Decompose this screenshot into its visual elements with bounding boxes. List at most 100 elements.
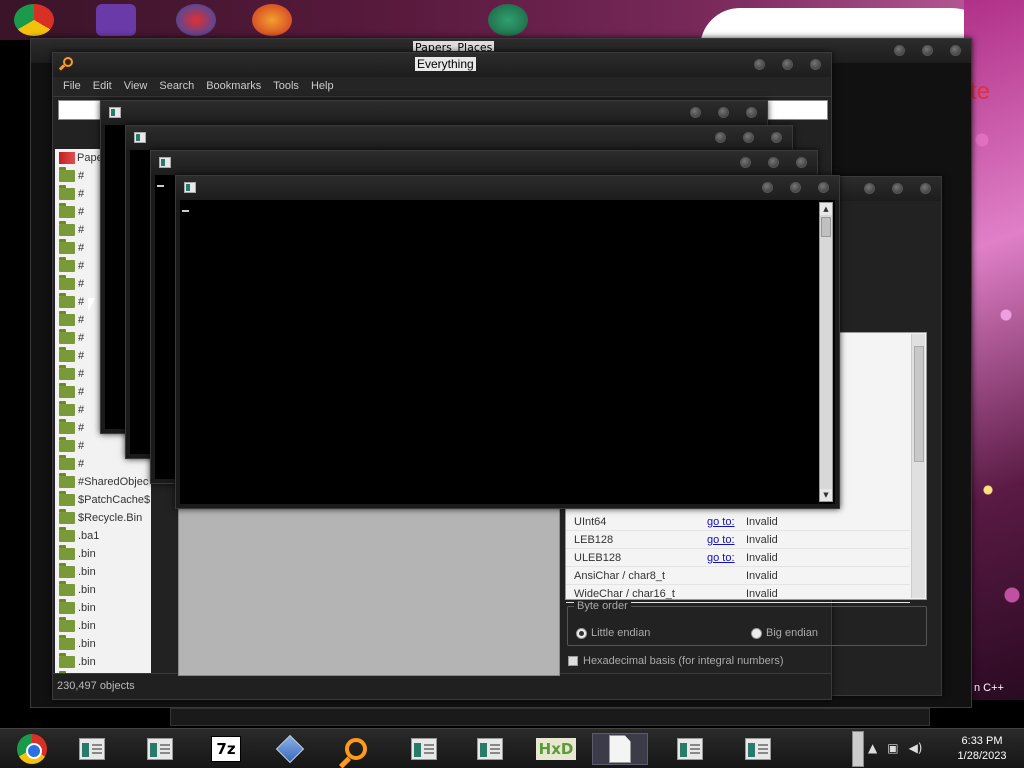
file-list-item[interactable]: .bin — [55, 581, 151, 599]
go-to-link[interactable]: go to: — [707, 534, 735, 546]
everything-titlebar[interactable]: Everything — [53, 53, 831, 77]
maximize-button[interactable] — [718, 107, 729, 118]
file-list-item[interactable]: $PatchCache$ — [55, 491, 151, 509]
show-hidden-icons-icon[interactable]: ▲ — [868, 741, 877, 755]
app-taskbar-button-6[interactable] — [730, 733, 786, 765]
minimize-button[interactable] — [740, 157, 751, 168]
app-tile-icon — [477, 738, 503, 760]
menu-file[interactable]: File — [57, 77, 87, 96]
scrollbar-thumb[interactable] — [914, 346, 924, 462]
file-list-item[interactable]: #SharedObjec — [55, 473, 151, 491]
radio-selected-icon — [576, 627, 587, 639]
minimize-button[interactable] — [864, 183, 875, 194]
maximize-button[interactable] — [922, 45, 933, 56]
minimize-button[interactable] — [762, 182, 773, 193]
diamond-taskbar-button[interactable] — [262, 733, 318, 765]
hxd-taskbar-button[interactable]: HxD — [528, 733, 584, 765]
maximize-button[interactable] — [892, 183, 903, 194]
app-desktop-icon-2[interactable] — [252, 4, 292, 36]
console-window-4[interactable]: ▲ ▼ — [175, 175, 840, 509]
app-taskbar-button-5[interactable] — [662, 733, 718, 765]
7zip-taskbar-button[interactable]: 7z — [198, 733, 254, 765]
inspector-type-name: LEB128 — [574, 534, 614, 546]
big-endian-radio[interactable]: Big endian — [751, 627, 818, 639]
file-name: # — [78, 314, 85, 326]
menu-view[interactable]: View — [118, 77, 154, 96]
go-to-link[interactable]: go to: — [707, 516, 735, 528]
menu-tools[interactable]: Tools — [267, 77, 305, 96]
close-button[interactable] — [818, 182, 829, 193]
paper-icon — [59, 152, 75, 164]
minimize-button[interactable] — [690, 107, 701, 118]
maximize-button[interactable] — [790, 182, 801, 193]
console-scrollbar[interactable]: ▲ ▼ — [819, 202, 833, 502]
inspector-type-name: AnsiChar / char8_t — [574, 570, 666, 582]
chrome-taskbar-button[interactable] — [4, 733, 60, 765]
taskbar-clock[interactable]: 6:33 PM 1/28/2023 — [950, 734, 1014, 764]
go-to-link[interactable]: go to: — [707, 552, 735, 564]
network-icon[interactable]: ▣ — [887, 741, 898, 755]
menu-bookmarks[interactable]: Bookmarks — [200, 77, 267, 96]
maximize-button[interactable] — [743, 132, 754, 143]
maximize-button[interactable] — [782, 59, 793, 70]
file-name: # — [78, 170, 85, 182]
app-taskbar-button-1[interactable] — [64, 733, 120, 765]
minimize-button[interactable] — [715, 132, 726, 143]
inspector-row[interactable]: LEB128 go to: Invalid — [566, 531, 910, 549]
visual-studio-desktop-icon[interactable] — [96, 4, 136, 36]
folder-icon — [59, 545, 75, 560]
close-button[interactable] — [810, 59, 821, 70]
document-taskbar-button[interactable] — [592, 733, 648, 765]
close-button[interactable] — [950, 45, 961, 56]
horizontal-scrollbar[interactable] — [170, 708, 930, 726]
file-list-item[interactable]: .bin — [55, 599, 151, 617]
file-list-item[interactable]: .bin — [55, 563, 151, 581]
menu-search[interactable]: Search — [153, 77, 200, 96]
volume-icon[interactable]: ◀) — [909, 741, 923, 755]
file-name: # — [78, 332, 85, 344]
file-list-item[interactable]: .bin — [55, 653, 151, 671]
menu-edit[interactable]: Edit — [87, 77, 118, 96]
app-desktop-icon[interactable] — [176, 4, 216, 36]
console-output[interactable] — [180, 200, 835, 504]
console-titlebar[interactable] — [151, 151, 817, 175]
inspector-row[interactable]: AnsiChar / char8_t Invalid — [566, 567, 910, 585]
everything-taskbar-button[interactable] — [328, 733, 384, 765]
minimize-button[interactable] — [894, 45, 905, 56]
app-desktop-icon-3[interactable] — [488, 4, 528, 36]
app-taskbar-button-4[interactable] — [462, 733, 518, 765]
file-list-item[interactable]: .ba1 — [55, 527, 151, 545]
file-list-item[interactable]: $Recycle.Bin — [55, 509, 151, 527]
scroll-up-arrow-icon[interactable]: ▲ — [820, 203, 832, 215]
file-list-item[interactable]: .bin — [55, 617, 151, 635]
console-titlebar[interactable] — [176, 176, 839, 200]
console-titlebar[interactable] — [101, 101, 767, 125]
file-name: #SharedObjec — [78, 476, 149, 488]
wallpaper-note-text: te — [970, 78, 991, 105]
close-button[interactable] — [796, 157, 807, 168]
scrollbar-thumb[interactable] — [821, 217, 831, 237]
inspector-scrollbar[interactable] — [911, 334, 925, 598]
folder-icon — [59, 419, 75, 434]
close-button[interactable] — [920, 183, 931, 194]
file-list-item[interactable]: .bin — [55, 635, 151, 653]
file-list-item[interactable]: .bin — [55, 545, 151, 563]
file-name: # — [78, 350, 85, 362]
maximize-button[interactable] — [768, 157, 779, 168]
app-taskbar-button-3[interactable] — [396, 733, 452, 765]
inspector-row[interactable]: UInt64 go to: Invalid — [566, 513, 910, 531]
taskbar-scrollbar[interactable] — [852, 731, 864, 767]
hex-basis-checkbox[interactable]: Hexadecimal basis (for integral numbers) — [568, 655, 784, 667]
console-titlebar[interactable] — [126, 126, 792, 150]
little-endian-radio[interactable]: Little endian — [576, 627, 650, 639]
scroll-down-arrow-icon[interactable]: ▼ — [820, 489, 832, 501]
close-button[interactable] — [746, 107, 757, 118]
file-name: .bin — [78, 602, 96, 614]
inspector-row[interactable]: ULEB128 go to: Invalid — [566, 549, 910, 567]
app-taskbar-button-2[interactable] — [132, 733, 188, 765]
close-button[interactable] — [771, 132, 782, 143]
hex-data-pane[interactable] — [178, 506, 560, 676]
minimize-button[interactable] — [754, 59, 765, 70]
menu-help[interactable]: Help — [305, 77, 340, 96]
chrome-desktop-icon[interactable] — [14, 4, 54, 36]
